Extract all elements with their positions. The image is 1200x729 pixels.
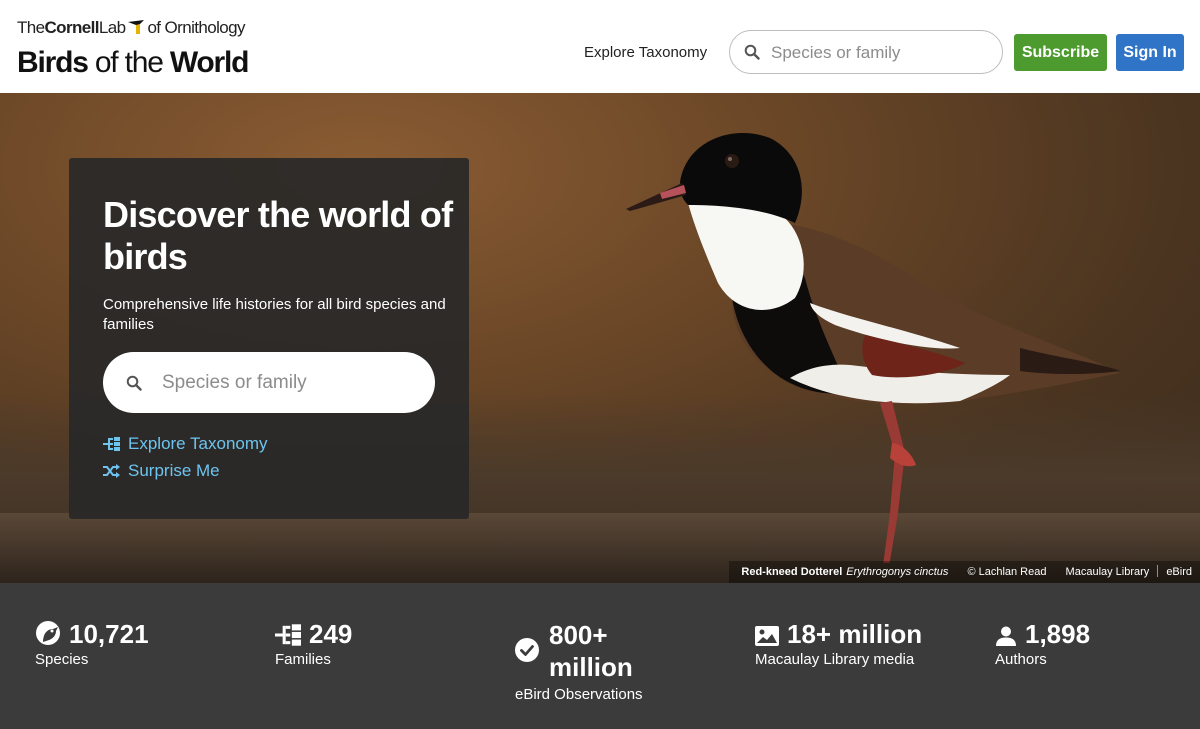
person-icon xyxy=(996,626,1016,646)
header-search-input[interactable] xyxy=(769,41,993,65)
surprise-me-label: Surprise Me xyxy=(128,461,220,480)
stat-ebird-label: eBird Observations xyxy=(515,686,643,703)
stat-macaulay-label: Macaulay Library media xyxy=(755,651,915,668)
header-search[interactable] xyxy=(729,30,1003,74)
stat-authors: 1,898 Authors xyxy=(995,619,1090,670)
cornell-lab-logo: TheCornellLab of Ornithology xyxy=(17,18,267,41)
logo-world: World xyxy=(169,46,250,79)
stat-ebird-value: 800+ million xyxy=(549,620,633,682)
hero-search-input[interactable] xyxy=(160,370,414,396)
shuffle-icon xyxy=(103,464,120,478)
logo-of-the: of the xyxy=(87,46,170,79)
stat-authors-value: 1,898 xyxy=(1025,619,1091,649)
stats-bar: 10,721 Species 249 Families 800+ million… xyxy=(0,583,1200,729)
credit-library[interactable]: Macaulay Library xyxy=(1066,566,1150,578)
photo-credit: Red-kneed Dotterel Erythrogonys cinctus ©… xyxy=(729,561,1200,583)
hero-subtitle: Comprehensive life histories for all bir… xyxy=(103,296,446,333)
hero-banner: Discover the world of birds Comprehensiv… xyxy=(0,93,1200,583)
credit-photographer[interactable]: © Lachlan Read xyxy=(967,566,1046,578)
hero-card: Discover the world of birds Comprehensiv… xyxy=(69,158,469,519)
stat-authors-label: Authors xyxy=(995,651,1047,668)
logo-birds: Birds xyxy=(17,46,89,79)
cornell-bird-icon xyxy=(126,18,146,41)
search-icon xyxy=(126,375,142,396)
stat-macaulay-media: 18+ million Macaulay Library media xyxy=(755,619,922,670)
logo-lab-prefix: The xyxy=(17,18,45,37)
image-icon xyxy=(755,626,779,646)
stat-families: 249 Families xyxy=(275,619,352,670)
taxonomy-tree-icon xyxy=(103,437,120,451)
surprise-me-link[interactable]: Surprise Me xyxy=(103,461,220,481)
site-header: TheCornellLab of Ornithology Birds of the… xyxy=(0,0,1200,94)
site-logo[interactable]: TheCornellLab of Ornithology Birds of the… xyxy=(17,18,267,79)
credit-common-name: Red-kneed Dotterel xyxy=(741,566,843,578)
bird-head-icon xyxy=(36,621,60,645)
stat-families-label: Families xyxy=(275,651,331,668)
stat-ebird-observations: 800+ million eBird Observations xyxy=(515,619,669,705)
logo-lab-name: Cornell xyxy=(44,18,100,37)
dotterel-bird-photo xyxy=(626,133,1120,563)
logo-lab-suffix: Lab xyxy=(98,18,126,37)
logo-lab-ornithology: of Ornithology xyxy=(147,18,245,37)
nav-explore-taxonomy[interactable]: Explore Taxonomy xyxy=(584,44,707,61)
search-icon xyxy=(744,44,760,65)
check-circle-icon xyxy=(515,638,539,662)
hero-search[interactable] xyxy=(103,352,435,413)
sign-in-button[interactable]: Sign In xyxy=(1116,34,1184,71)
stat-species-label: Species xyxy=(35,651,89,668)
taxonomy-tree-icon xyxy=(275,624,301,646)
credit-divider xyxy=(1157,565,1159,577)
credit-source[interactable]: eBird xyxy=(1166,566,1192,578)
subscribe-button[interactable]: Subscribe xyxy=(1014,34,1107,71)
stat-families-value: 249 xyxy=(309,619,353,649)
hero-explore-taxonomy-link[interactable]: Explore Taxonomy xyxy=(103,434,268,454)
stat-species-value: 10,721 xyxy=(69,619,149,649)
hero-title: Discover the world of birds xyxy=(103,194,453,277)
birds-of-the-world-wordmark: Birds of the World xyxy=(17,47,267,79)
stat-macaulay-value: 18+ million xyxy=(787,619,923,649)
hero-explore-taxonomy-label: Explore Taxonomy xyxy=(128,434,268,453)
credit-scientific-name: Erythrogonys cinctus xyxy=(846,566,949,578)
stat-species: 10,721 Species xyxy=(35,619,149,670)
